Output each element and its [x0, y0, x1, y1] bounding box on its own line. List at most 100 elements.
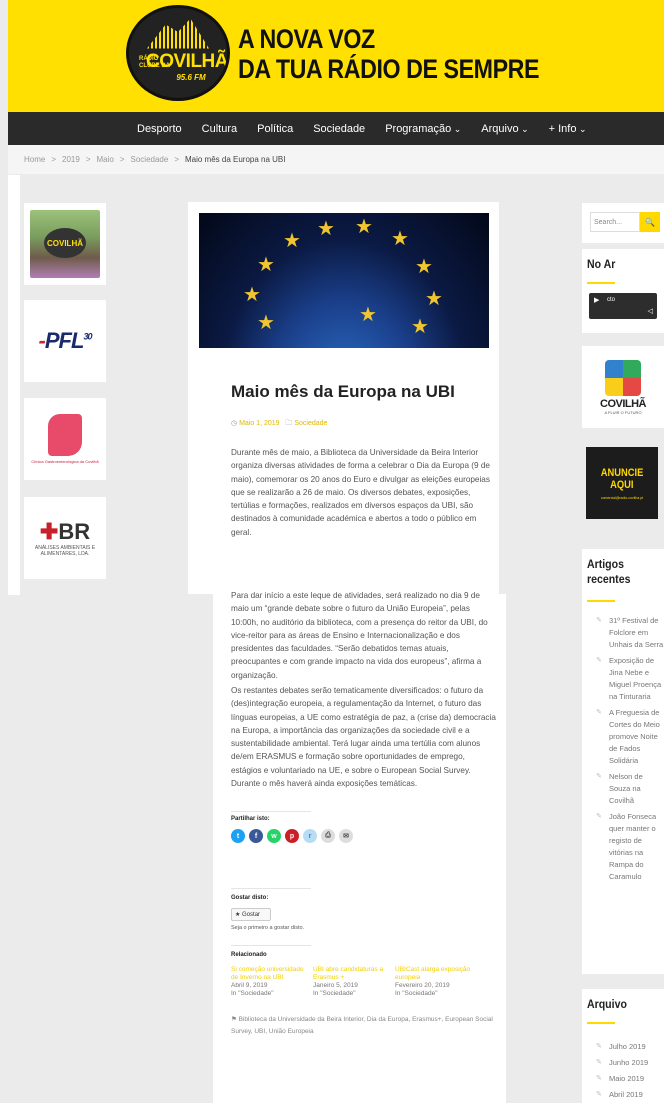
volume-icon[interactable]: ◁	[648, 307, 653, 315]
audio-player[interactable]: ▶ cto ◁	[589, 293, 657, 319]
title-underline	[587, 282, 615, 284]
ad-anuncie-aqui[interactable]: ANUNCIE AQUI comercial@radio-covilha.pt	[586, 447, 658, 519]
breadcrumb-month[interactable]: Maio	[96, 155, 113, 164]
main-nav: Desporto Cultura Política Sociedade Prog…	[8, 112, 664, 145]
covilha-subtitle: A FLUIR O FUTURO	[604, 409, 642, 415]
play-icon[interactable]: ▶	[594, 296, 599, 304]
star-icon: ★	[391, 228, 409, 250]
search-icon[interactable]: 🔍	[640, 212, 660, 232]
related-category: In "Sociedade"	[231, 990, 274, 997]
nav-item-programacao[interactable]: Programação	[375, 123, 471, 135]
nav-item-info[interactable]: + Info	[539, 123, 597, 135]
ad-clinica[interactable]: Clínica Gastroenterológica da Covilhã	[24, 398, 106, 480]
related-label: Relacionado	[231, 952, 267, 958]
related-post[interactable]: Si começão universidade de Inverno na UB…	[231, 966, 307, 998]
pfl-sup: 30	[83, 331, 92, 342]
print-icon[interactable]: ⎙	[321, 829, 335, 843]
ad-br[interactable]: ✚BR ANÁLISES AMBIENTAIS E ALIMENTARES, L…	[24, 497, 106, 579]
recent-posts-title-1: Artigos	[587, 557, 624, 571]
breadcrumb-year[interactable]: 2019	[62, 155, 80, 164]
anuncie-email: comercial@radio-covilha.pt	[600, 495, 644, 500]
archive-link[interactable]: Maio 2019	[596, 1073, 664, 1085]
breadcrumb-category[interactable]: Sociedade	[131, 155, 169, 164]
archive-title: Arquivo	[587, 997, 627, 1011]
star-icon: ★	[355, 216, 373, 238]
like-button[interactable]: ★ Gostar	[231, 908, 271, 921]
article-hero-image: ★ ★ ★ ★ ★ ★ ★ ★ ★ ★ ★	[199, 213, 489, 348]
covilha-logo-icon	[605, 359, 641, 396]
nav-item-desporto[interactable]: Desporto	[127, 123, 192, 135]
header-tagline-2: DA TUA RÁDIO DE SEMPRE	[238, 54, 540, 84]
logo-frequency: 95.6 FM	[176, 72, 206, 82]
recent-post-link[interactable]: Exposição de Jina Nebe e Miguel Proença …	[596, 655, 664, 703]
covilha-photo: COVILHÃ	[30, 210, 100, 278]
archive-link[interactable]: Abril 2019	[596, 1089, 664, 1101]
recent-posts-widget: Artigosrecentes 31º Festival de Folclore…	[582, 549, 664, 974]
archive-widget: Arquivo Julho 2019 Junho 2019 Maio 2019 …	[582, 989, 664, 1103]
ad-covilha-municipio[interactable]: COVILHÃ A FLUIR O FUTURO	[582, 346, 664, 428]
nav-item-politica[interactable]: Política	[247, 123, 303, 135]
email-icon[interactable]: ✉	[339, 829, 353, 843]
article-title: Maio mês da Europa na UBI	[231, 382, 455, 401]
star-icon: ★	[359, 304, 377, 326]
recent-post-link[interactable]: A Freguesia de Cortes do Meio promove No…	[596, 707, 664, 767]
star-icon: ★	[283, 230, 301, 252]
whatsapp-icon[interactable]: w	[267, 829, 281, 843]
tags-list[interactable]: Biblioteca da Universidade da Beira Inte…	[231, 1016, 493, 1035]
like-label: Gostar disto:	[231, 895, 269, 901]
related-post[interactable]: UBI abre candidaturas a Erasmus + Janeir…	[313, 966, 389, 998]
recent-post-link[interactable]: João Fonseca quer manter o registo de vi…	[596, 811, 664, 883]
header-tagline-1: A NOVA VOZ	[238, 24, 375, 54]
recent-post-link[interactable]: Nelson de Souza na Covilhã	[596, 771, 664, 807]
ad-covilha-banner[interactable]: COVILHÃ	[24, 203, 106, 285]
nav-item-cultura[interactable]: Cultura	[192, 123, 247, 135]
nav-item-sociedade[interactable]: Sociedade	[303, 123, 375, 135]
star-icon: ★	[317, 218, 335, 240]
related-category: In "Sociedade"	[313, 990, 356, 997]
star-icon: ★	[243, 284, 261, 306]
no-ar-widget: No Ar ▶ cto ◁	[582, 249, 664, 333]
related-title[interactable]: Si começão universidade de Inverno na UB…	[231, 966, 307, 982]
recent-posts-title-2: recentes	[587, 572, 631, 586]
mountain-graphic	[147, 18, 209, 49]
recent-posts-list: 31º Festival de Folclore em Unhais da Se…	[596, 615, 664, 887]
clock-icon: ◷	[231, 420, 238, 427]
archive-link[interactable]: Julho 2019	[596, 1041, 664, 1053]
related-post[interactable]: UBICast alarga exposição europeia Fevere…	[395, 966, 471, 998]
breadcrumb-current: Maio mês da Europa na UBI	[184, 155, 286, 164]
ad-pfl[interactable]: -PFL30	[24, 300, 106, 382]
share-buttons: t f w p r ⎙ ✉	[231, 829, 353, 843]
share-label: Partilhar isto:	[231, 816, 270, 822]
article-date[interactable]: Maio 1, 2019	[239, 420, 279, 427]
divider	[231, 888, 311, 889]
anuncie-line-1: ANUNCIE	[600, 466, 644, 479]
radio-logo[interactable]: RÁDIO CLUBE DA COVILHÃ 95.6 FM	[126, 5, 230, 101]
search-widget: Search... 🔍	[582, 203, 664, 243]
search-input[interactable]: Search...	[590, 212, 640, 232]
breadcrumb: Home > 2019 > Maio > Sociedade > Maio mês da…	[8, 145, 664, 174]
twitter-icon[interactable]: t	[231, 829, 245, 843]
related-title[interactable]: UBICast alarga exposição europeia	[395, 966, 471, 982]
recent-post-link[interactable]: 31º Festival de Folclore em Unhais da Se…	[596, 615, 664, 651]
archive-link[interactable]: Junho 2019	[596, 1057, 664, 1069]
no-ar-title: No Ar	[587, 257, 616, 271]
reddit-icon[interactable]: r	[303, 829, 317, 843]
divider	[231, 945, 311, 946]
breadcrumb-home[interactable]: Home	[24, 155, 45, 164]
star-icon: ★	[415, 256, 433, 278]
title-underline	[587, 600, 615, 602]
pfl-logo: -PFL30	[38, 328, 93, 353]
clinica-logo-icon	[48, 414, 82, 456]
facebook-icon[interactable]: f	[249, 829, 263, 843]
article-category[interactable]: Sociedade	[294, 420, 327, 427]
related-title[interactable]: UBI abre candidaturas a Erasmus +	[313, 966, 389, 982]
nav-item-arquivo[interactable]: Arquivo	[471, 123, 538, 135]
pinterest-icon[interactable]: p	[285, 829, 299, 843]
article-paragraph-3: Os restantes debates serão tematicamente…	[231, 686, 496, 789]
related-date: Abril 9, 2019	[231, 982, 268, 989]
logo-clube: CLUBE DA	[139, 63, 170, 69]
star-icon: ★	[411, 316, 429, 338]
folder-icon: 🗀	[285, 420, 293, 427]
archive-list: Julho 2019 Junho 2019 Maio 2019 Abril 20…	[596, 1041, 664, 1103]
title-underline	[587, 1022, 615, 1024]
